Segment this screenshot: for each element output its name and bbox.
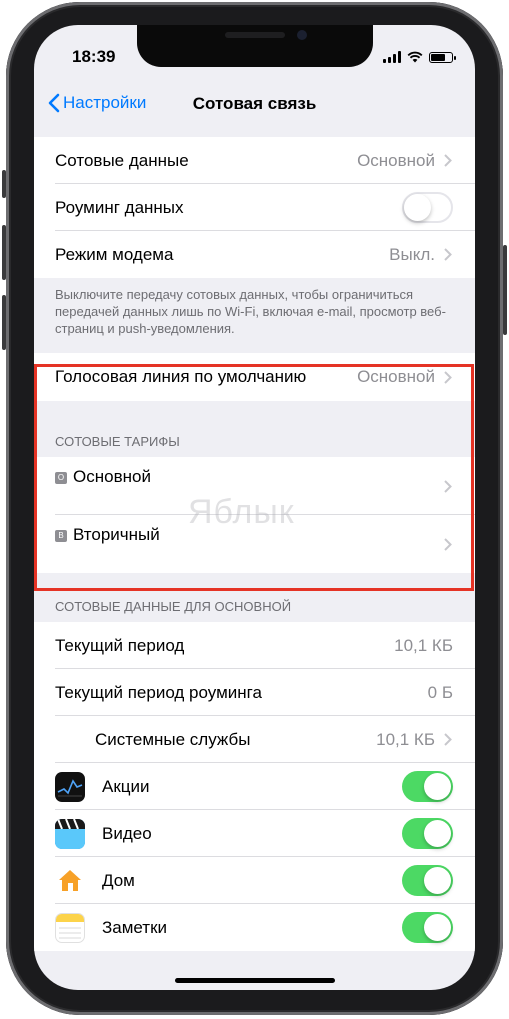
nav-bar: Настройки Сотовая связь [34, 81, 475, 127]
default-voice-label: Голосовая линия по умолчанию [55, 367, 307, 386]
app-row-notes: Заметки [34, 904, 475, 951]
cellular-data-row[interactable]: Сотовые данные Основной [34, 137, 475, 184]
cellular-data-label: Сотовые данные [55, 150, 189, 170]
page-title: Сотовая связь [192, 94, 317, 113]
home-toggle[interactable] [402, 865, 453, 896]
hotspot-value: Выкл. [389, 244, 435, 264]
system-services-value: 10,1 КБ [376, 729, 435, 749]
system-services-row[interactable]: Системные службы 10,1 КБ [34, 716, 475, 763]
app-name: Акции [102, 776, 150, 796]
battery-icon [429, 52, 456, 63]
side-button [503, 245, 507, 335]
speaker [225, 32, 285, 38]
default-voice-row[interactable]: Голосовая линия по умолчанию Основной [34, 353, 475, 401]
app-row-home: Дом [34, 857, 475, 904]
chevron-right-icon [444, 154, 452, 167]
chevron-right-icon [444, 733, 452, 746]
signal-icon [383, 51, 401, 63]
plan-label: Вторичный [73, 525, 160, 544]
toggle-knob [424, 820, 451, 847]
volume-down-button [2, 295, 6, 350]
app-row-stocks: Акции [34, 763, 475, 810]
chevron-right-icon [444, 248, 452, 261]
toggle-knob [404, 194, 431, 221]
notch [137, 25, 373, 67]
settings-list: Сотовые данные Основной Роуминг данных Р… [34, 137, 475, 951]
toggle-knob [424, 773, 451, 800]
plans-header: Сотовые тарифы [55, 434, 180, 449]
data-roaming-toggle[interactable] [402, 192, 453, 223]
cellular-data-value: Основной [357, 150, 435, 170]
hotspot-row[interactable]: Режим модема Выкл. [34, 231, 475, 278]
mute-switch [2, 170, 6, 198]
plan-label: Основной [73, 467, 151, 486]
default-voice-group: Голосовая линия по умолчанию Основной [34, 353, 475, 401]
stocks-toggle[interactable] [402, 771, 453, 802]
sim-badge-icon: B [55, 529, 67, 542]
notes-toggle[interactable] [402, 912, 453, 943]
roaming-period-value: 0 Б [427, 682, 453, 702]
roaming-period-label: Текущий период роуминга [55, 682, 262, 702]
current-period-row: Текущий период 10,1 КБ [34, 622, 475, 669]
video-toggle[interactable] [402, 818, 453, 849]
wifi-icon [407, 51, 423, 63]
usage-group: Текущий период 10,1 КБ Текущий период ро… [34, 622, 475, 951]
volume-up-button [2, 225, 6, 280]
usage-header: Сотовые данные для основной [55, 599, 292, 614]
chevron-right-icon [444, 370, 452, 384]
notes-icon [55, 912, 85, 943]
watermark: Яблык [188, 493, 295, 531]
cellular-group: Сотовые данные Основной Роуминг данных Р… [34, 137, 475, 278]
default-voice-value: Основной [357, 367, 435, 386]
home-indicator [175, 978, 335, 983]
system-services-label: Системные службы [95, 729, 251, 749]
sim-badge-icon: O [55, 471, 67, 484]
home-icon [55, 865, 85, 896]
video-icon [55, 818, 85, 849]
chevron-right-icon [444, 538, 452, 551]
roaming-period-row: Текущий период роуминга 0 Б [34, 669, 475, 716]
front-camera [297, 30, 307, 40]
current-period-label: Текущий период [55, 635, 185, 655]
app-name: Заметки [102, 917, 168, 937]
chevron-right-icon [444, 480, 452, 493]
app-row-video: Видео [34, 810, 475, 857]
status-time: 18:39 [72, 47, 116, 66]
status-icons [383, 49, 456, 63]
battery-level [431, 54, 445, 61]
stocks-icon [55, 771, 85, 802]
toggle-knob [424, 914, 451, 941]
toggle-knob [424, 867, 451, 894]
data-roaming-label: Роуминг данных [55, 197, 184, 217]
data-roaming-row: Роуминг данных [34, 184, 475, 231]
app-name: Видео [102, 823, 152, 843]
cellular-footnote: Выключите передачу сотовых данных, чтобы… [55, 287, 446, 336]
app-name: Дом [102, 870, 135, 890]
current-period-value: 10,1 КБ [394, 635, 453, 655]
hotspot-label: Режим модема [55, 244, 174, 264]
